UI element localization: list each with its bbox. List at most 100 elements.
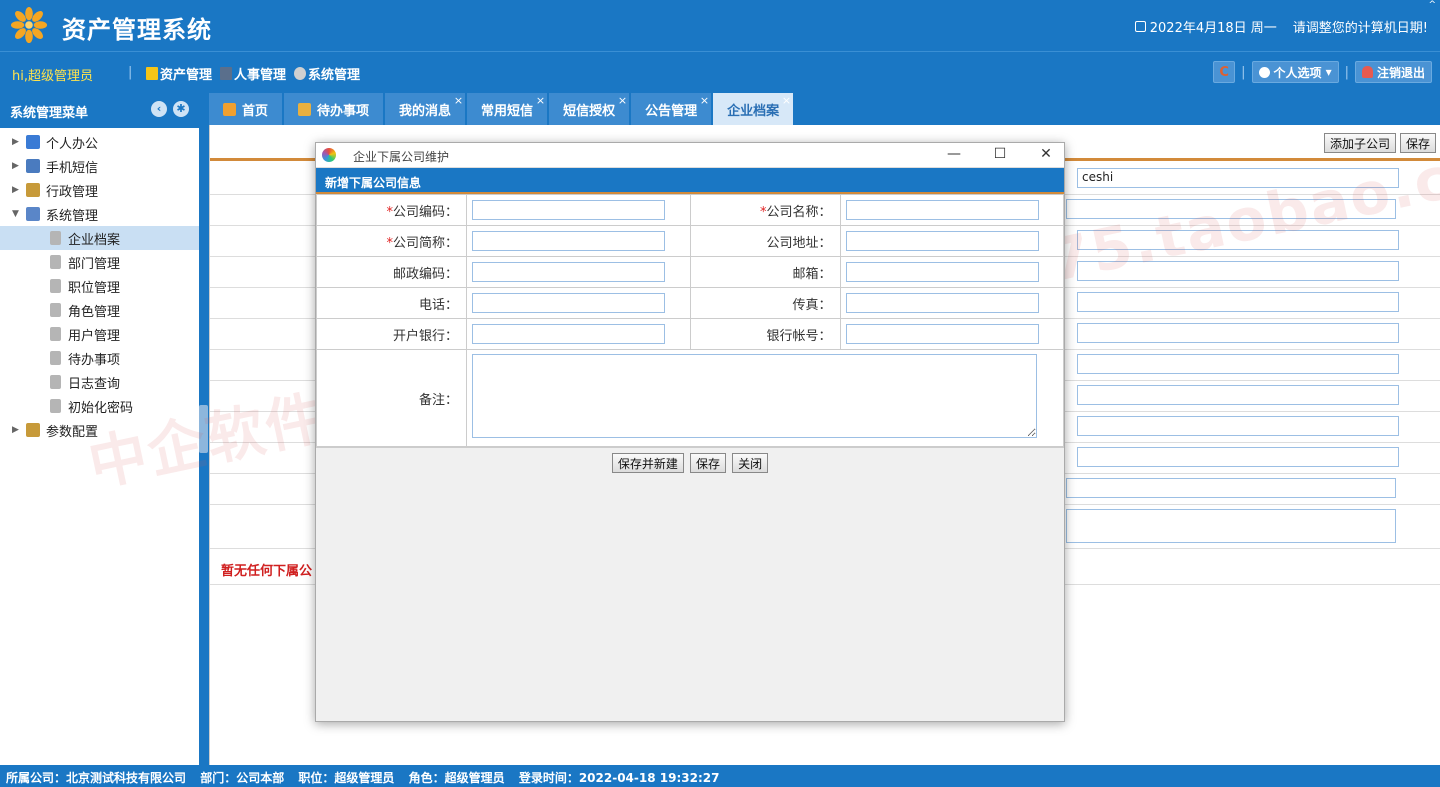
sidebar-item-11[interactable]: 初始化密码 xyxy=(0,394,199,418)
folder-icon xyxy=(26,135,40,149)
text-field[interactable] xyxy=(1077,230,1399,250)
maximize-icon[interactable]: ☐ xyxy=(988,146,1012,162)
sidebar: 系统管理菜单 ‹ ✱ ▶ 个人办公 ▶ 手机短信 ▶ 行政管理 ▼ 系统管理 企业档案 部门管理职… xyxy=(0,91,199,765)
chevron-down-icon: ▾ xyxy=(1325,65,1332,79)
sidebar-item-1[interactable]: ▶ 手机短信 xyxy=(0,154,199,178)
refresh-button[interactable]: C xyxy=(1213,61,1236,83)
collapsed-arrow-icon[interactable]: ▶ xyxy=(12,161,26,171)
text-field[interactable] xyxy=(1077,323,1399,343)
personal-options-label: 个人选项 xyxy=(1273,65,1322,80)
module-hr-label: 人事管理 xyxy=(234,68,287,83)
close-icon[interactable]: ✕ xyxy=(1034,146,1058,162)
document-icon xyxy=(50,327,61,341)
text-field[interactable] xyxy=(1077,447,1399,467)
tab-4[interactable]: 短信授权 × xyxy=(549,93,630,125)
text-field[interactable] xyxy=(1077,385,1399,405)
tab-6[interactable]: 企业档案 × xyxy=(713,93,794,125)
tool-separator: | xyxy=(1241,64,1246,80)
sidebar-item-0[interactable]: ▶ 个人办公 xyxy=(0,130,199,154)
text-field[interactable] xyxy=(1066,199,1396,219)
sidebar-item-label: 行政管理 xyxy=(46,184,99,200)
remark-textarea[interactable] xyxy=(1066,509,1396,543)
text-field[interactable] xyxy=(1077,261,1399,281)
sidebar-item-5[interactable]: 部门管理 xyxy=(0,250,199,274)
tab-close-icon[interactable]: × xyxy=(782,94,791,107)
collapsed-arrow-icon[interactable]: ▶ xyxy=(12,137,26,147)
sidebar-item-8[interactable]: 用户管理 xyxy=(0,322,199,346)
postcode-input[interactable] xyxy=(472,262,665,282)
sidebar-item-12[interactable]: ▶ 参数配置 xyxy=(0,418,199,442)
tab-5[interactable]: 公告管理 × xyxy=(631,93,712,125)
tab-close-icon[interactable]: × xyxy=(454,94,463,107)
sidebar-item-10[interactable]: 日志查询 xyxy=(0,370,199,394)
document-icon xyxy=(50,351,61,365)
nav-separator: | xyxy=(128,65,133,80)
text-field[interactable] xyxy=(1077,354,1399,374)
document-icon xyxy=(50,231,61,245)
sidebar-toggle-handle[interactable] xyxy=(199,405,208,453)
document-icon xyxy=(50,399,61,413)
company-name-input[interactable] xyxy=(845,200,1039,220)
task-icon xyxy=(298,102,312,116)
tab-2[interactable]: 我的消息 × xyxy=(385,93,466,125)
collapse-header-icon[interactable]: ^ xyxy=(1428,0,1436,10)
address-label: 公司地址： xyxy=(689,225,841,257)
module-hr[interactable]: 人事管理 xyxy=(220,64,286,83)
sidebar-item-9[interactable]: 待办事项 xyxy=(0,346,199,370)
bank-account-input[interactable] xyxy=(845,324,1039,344)
home-icon xyxy=(223,102,236,116)
app-title: 资产管理系统 xyxy=(62,16,212,44)
expanded-arrow-icon[interactable]: ▼ xyxy=(12,209,26,219)
company-code-input[interactable] xyxy=(472,200,665,220)
email-input[interactable] xyxy=(845,262,1039,282)
remark-textarea[interactable] xyxy=(472,354,1037,438)
sidebar-item-7[interactable]: 角色管理 xyxy=(0,298,199,322)
minimize-icon[interactable]: — xyxy=(942,146,966,162)
short-name-label: *公司简称： xyxy=(316,225,467,257)
text-field[interactable] xyxy=(1077,416,1399,436)
tab-0[interactable]: 首页 xyxy=(209,93,283,125)
email-label: 邮箱： xyxy=(689,256,841,288)
subsidiary-form: *公司编码： *公司名称： *公司简称： 公司地址： 邮政编码： 邮箱： 电话： xyxy=(316,194,1064,448)
collapsed-arrow-icon[interactable]: ▶ xyxy=(12,185,26,195)
logout-button[interactable]: 注销退出 xyxy=(1354,61,1432,83)
folder-icon xyxy=(26,159,40,173)
add-child-company-button[interactable]: 添加子公司 xyxy=(1323,133,1396,153)
sidebar-item-2[interactable]: ▶ 行政管理 xyxy=(0,178,199,202)
tab-1[interactable]: 待办事项 xyxy=(284,93,384,125)
collapse-left-icon[interactable]: ‹ xyxy=(151,101,167,117)
dialog-save-button[interactable]: 保存 xyxy=(689,453,726,473)
gear-icon[interactable]: ✱ xyxy=(173,101,189,117)
sidebar-item-label: 角色管理 xyxy=(68,304,121,320)
tab-close-icon[interactable]: × xyxy=(536,94,545,107)
text-field[interactable] xyxy=(1066,478,1396,498)
user-greeting: hi,超级管理员 xyxy=(12,69,93,84)
tab-3[interactable]: 常用短信 × xyxy=(467,93,548,125)
tab-close-icon[interactable]: × xyxy=(618,94,627,107)
calendar-icon xyxy=(1134,21,1146,32)
company-name-field[interactable]: ceshi xyxy=(1077,168,1399,188)
company-short-name-input[interactable] xyxy=(472,231,665,251)
save-and-new-button[interactable]: 保存并新建 xyxy=(611,453,684,473)
fax-input[interactable] xyxy=(845,293,1039,313)
tab-bar: 首页 待办事项 我的消息 × 常用短信 × 短信授权 × 公告管理 × 企业档案 × xyxy=(209,93,794,125)
sidebar-item-label: 系统管理 xyxy=(46,208,99,224)
text-field[interactable] xyxy=(1077,292,1399,312)
sidebar-item-label: 待办事项 xyxy=(68,352,121,368)
tab-label: 我的消息 xyxy=(399,103,452,119)
sidebar-item-4[interactable]: 企业档案 xyxy=(0,226,199,250)
folder-icon xyxy=(26,183,40,197)
dialog-close-button[interactable]: 关闭 xyxy=(732,453,769,473)
module-system[interactable]: 系统管理 xyxy=(294,64,360,83)
save-button[interactable]: 保存 xyxy=(1399,133,1436,153)
dialog-titlebar[interactable]: 企业下属公司维护 — ☐ ✕ xyxy=(316,143,1064,168)
phone-input[interactable] xyxy=(472,293,665,313)
bank-input[interactable] xyxy=(472,324,665,344)
personal-options-button[interactable]: 个人选项 ▾ xyxy=(1251,61,1339,83)
sidebar-item-6[interactable]: 职位管理 xyxy=(0,274,199,298)
company-address-input[interactable] xyxy=(845,231,1039,251)
collapsed-arrow-icon[interactable]: ▶ xyxy=(12,425,26,435)
module-asset[interactable]: 资产管理 xyxy=(146,64,212,83)
tab-close-icon[interactable]: × xyxy=(700,94,709,107)
sidebar-item-3[interactable]: ▼ 系统管理 xyxy=(0,202,199,226)
